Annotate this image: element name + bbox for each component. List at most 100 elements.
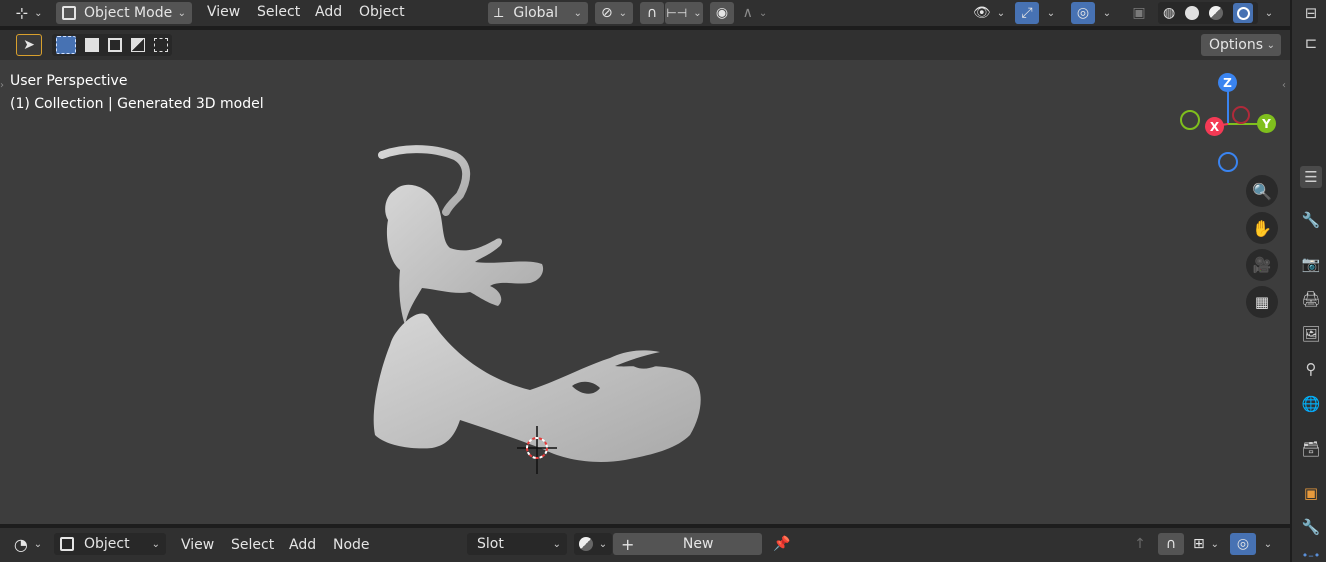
scene-properties-icon[interactable]: ⚲ (1300, 358, 1322, 380)
3d-viewport[interactable]: User Perspective (1) Collection | Genera… (0, 60, 1290, 524)
proportional-edit-toggle[interactable]: ◉ (710, 2, 734, 24)
pin-icon: 📌 (773, 536, 791, 552)
overlay-dropdown[interactable]: ⌄ (1096, 2, 1118, 24)
mode-dropdown[interactable]: Object Mode ⌄ (56, 2, 192, 24)
properties-tab-strip: ⊟ ⊏ ☰ 🔧 📷 🖨 🖼 ⚲ 🌐 🗃 ▣ 🔧 •–• (1290, 0, 1326, 562)
shading-solid-icon[interactable] (1185, 6, 1200, 20)
shader-menu-view[interactable]: View (181, 537, 214, 553)
outliner-icon[interactable]: ⊟ (1300, 2, 1322, 24)
shader-menu-node[interactable]: Node (333, 537, 370, 553)
shading-material-icon[interactable] (1209, 6, 1224, 20)
overlay-icon: ◎ (1076, 5, 1090, 21)
editor-type-button-bottom[interactable]: ◔ ⌄ (8, 533, 48, 555)
output-properties-icon[interactable]: 🖨 (1300, 288, 1322, 310)
shader-type-dropdown[interactable]: Object ⌄ (54, 533, 166, 555)
shading-wireframe-icon[interactable]: ◍ (1163, 5, 1175, 21)
menu-view[interactable]: View (207, 4, 240, 20)
snap-icon: ∩ (646, 5, 658, 21)
pan-button[interactable]: ✋ (1246, 212, 1278, 244)
options-dropdown[interactable]: Options ⌄ (1201, 34, 1281, 56)
menu-select[interactable]: Select (257, 4, 300, 20)
xray-toggle[interactable]: ▣ (1127, 2, 1151, 24)
view-layer-properties-icon[interactable]: 🖼 (1300, 323, 1322, 345)
visibility-icon: 👁 (972, 5, 991, 21)
shading-mode-group: ◍ (1158, 2, 1258, 24)
overlay-dropdown-bottom[interactable]: ⌄ (1256, 533, 1280, 555)
snap-grid-icon: ⊞ (1192, 536, 1205, 552)
pan-hand-icon: ✋ (1252, 218, 1272, 238)
gizmo-dropdown[interactable]: ⌄ (1040, 2, 1062, 24)
world-properties-icon[interactable]: 🌐 (1300, 393, 1322, 415)
properties-editor-icon[interactable]: ☰ (1300, 166, 1322, 188)
render-properties-icon[interactable]: 📷 (1300, 253, 1322, 275)
outliner-filter-icon[interactable]: ⊏ (1300, 32, 1322, 54)
object-properties-icon[interactable]: ▣ (1300, 482, 1322, 504)
collection-label: (1) Collection | Generated 3D model (10, 96, 264, 112)
zoom-button[interactable]: 🔍 (1246, 175, 1278, 207)
slot-label: Slot (477, 536, 504, 552)
shader-menu-select[interactable]: Select (231, 537, 274, 553)
snap-target-icon: ⊢⊣ (666, 6, 688, 20)
arrow-up-icon: ↑ (1134, 536, 1146, 552)
shader-editor-header: ◔ ⌄ Object ⌄ View Select Add Node Slot ⌄ … (0, 526, 1290, 562)
editor-type-button[interactable]: ⊹ ⌄ (10, 2, 48, 24)
tool-settings-bar: ➤ Options ⌄ (0, 30, 1290, 60)
gizmo-icon: ⤢ (1021, 5, 1033, 21)
select-subtract-icon[interactable] (107, 38, 122, 52)
snap-icon-bottom: ∩ (1165, 536, 1177, 552)
falloff-dropdown[interactable]: ∧ ⌄ (736, 2, 774, 24)
mode-label: Object Mode (84, 5, 173, 21)
gizmo-z-axis[interactable]: Z (1218, 73, 1237, 92)
select-extend-icon[interactable] (85, 38, 100, 52)
navigation-gizmo[interactable]: Z X Y (1176, 70, 1284, 178)
collection-properties-icon[interactable]: 🗃 (1300, 438, 1322, 460)
select-tool-button[interactable]: ➤ (16, 34, 42, 56)
transform-orientation-dropdown[interactable]: ⟂ Global ⌄ (488, 2, 588, 24)
3d-cursor-icon[interactable] (517, 426, 557, 474)
select-new-icon[interactable] (56, 36, 77, 54)
overlay-icon-bottom: ◎ (1236, 536, 1250, 552)
visibility-dropdown[interactable]: 👁 ⌄ (970, 2, 1008, 24)
camera-view-button[interactable]: 🎥 (1246, 249, 1278, 281)
snap-target-dropdown-bottom[interactable]: ⊞ ⌄ (1186, 533, 1226, 555)
falloff-icon: ∧ (742, 5, 753, 21)
particles-properties-icon[interactable]: •–• (1300, 544, 1322, 562)
select-intersect-icon[interactable] (153, 38, 168, 52)
viewport-header: ⊹ ⌄ Object Mode ⌄ View Select Add Object … (0, 0, 1290, 26)
gizmo-y-axis[interactable]: Y (1257, 114, 1276, 133)
slot-dropdown[interactable]: Slot ⌄ (467, 533, 567, 555)
modifier-properties-icon[interactable]: 🔧 (1300, 516, 1322, 538)
camera-icon: 🎥 (1252, 256, 1272, 274)
shader-editor-icon: ◔ (13, 534, 28, 554)
snap-target-dropdown[interactable]: ⊢⊣ ⌄ (665, 2, 703, 24)
shading-dropdown[interactable]: ⌄ (1258, 2, 1280, 24)
transform-orientation-icon: ⟂ (494, 5, 504, 21)
pin-button[interactable]: 📌 (770, 533, 794, 555)
tool-properties-icon[interactable]: 🔧 (1300, 209, 1322, 231)
menu-add[interactable]: Add (315, 4, 342, 20)
pivot-dropdown[interactable]: ⊘ ⌄ (595, 2, 633, 24)
options-label: Options (1209, 37, 1264, 53)
xray-icon: ▣ (1132, 5, 1146, 21)
gizmo-toggle[interactable]: ⤢ (1015, 2, 1039, 24)
toolbar-expand-arrow[interactable]: › (0, 80, 4, 91)
menu-object[interactable]: Object (359, 4, 405, 20)
overlay-toggle-bottom[interactable]: ◎ (1230, 533, 1256, 555)
snap-toggle[interactable]: ∩ (640, 2, 664, 24)
pivot-icon: ⊘ (600, 5, 613, 21)
proportional-edit-icon: ◉ (715, 5, 729, 21)
new-material-button[interactable]: + New (613, 533, 762, 555)
parent-node-button[interactable]: ↑ (1128, 533, 1152, 555)
selection-mode-group (52, 34, 172, 56)
overlay-toggle[interactable]: ◎ (1071, 2, 1095, 24)
object-mode-icon (62, 6, 76, 20)
snap-toggle-bottom[interactable]: ∩ (1158, 533, 1184, 555)
orientation-label: Global (513, 5, 559, 21)
ortho-toggle-button[interactable]: ▦ (1246, 286, 1278, 318)
shader-menu-add[interactable]: Add (289, 537, 316, 553)
shading-rendered-icon[interactable] (1233, 3, 1253, 23)
material-browse-dropdown[interactable]: ⌄ (574, 533, 612, 555)
zoom-icon: 🔍 (1252, 181, 1272, 201)
select-invert-icon[interactable] (130, 38, 145, 52)
gizmo-x-axis[interactable]: X (1205, 117, 1224, 136)
